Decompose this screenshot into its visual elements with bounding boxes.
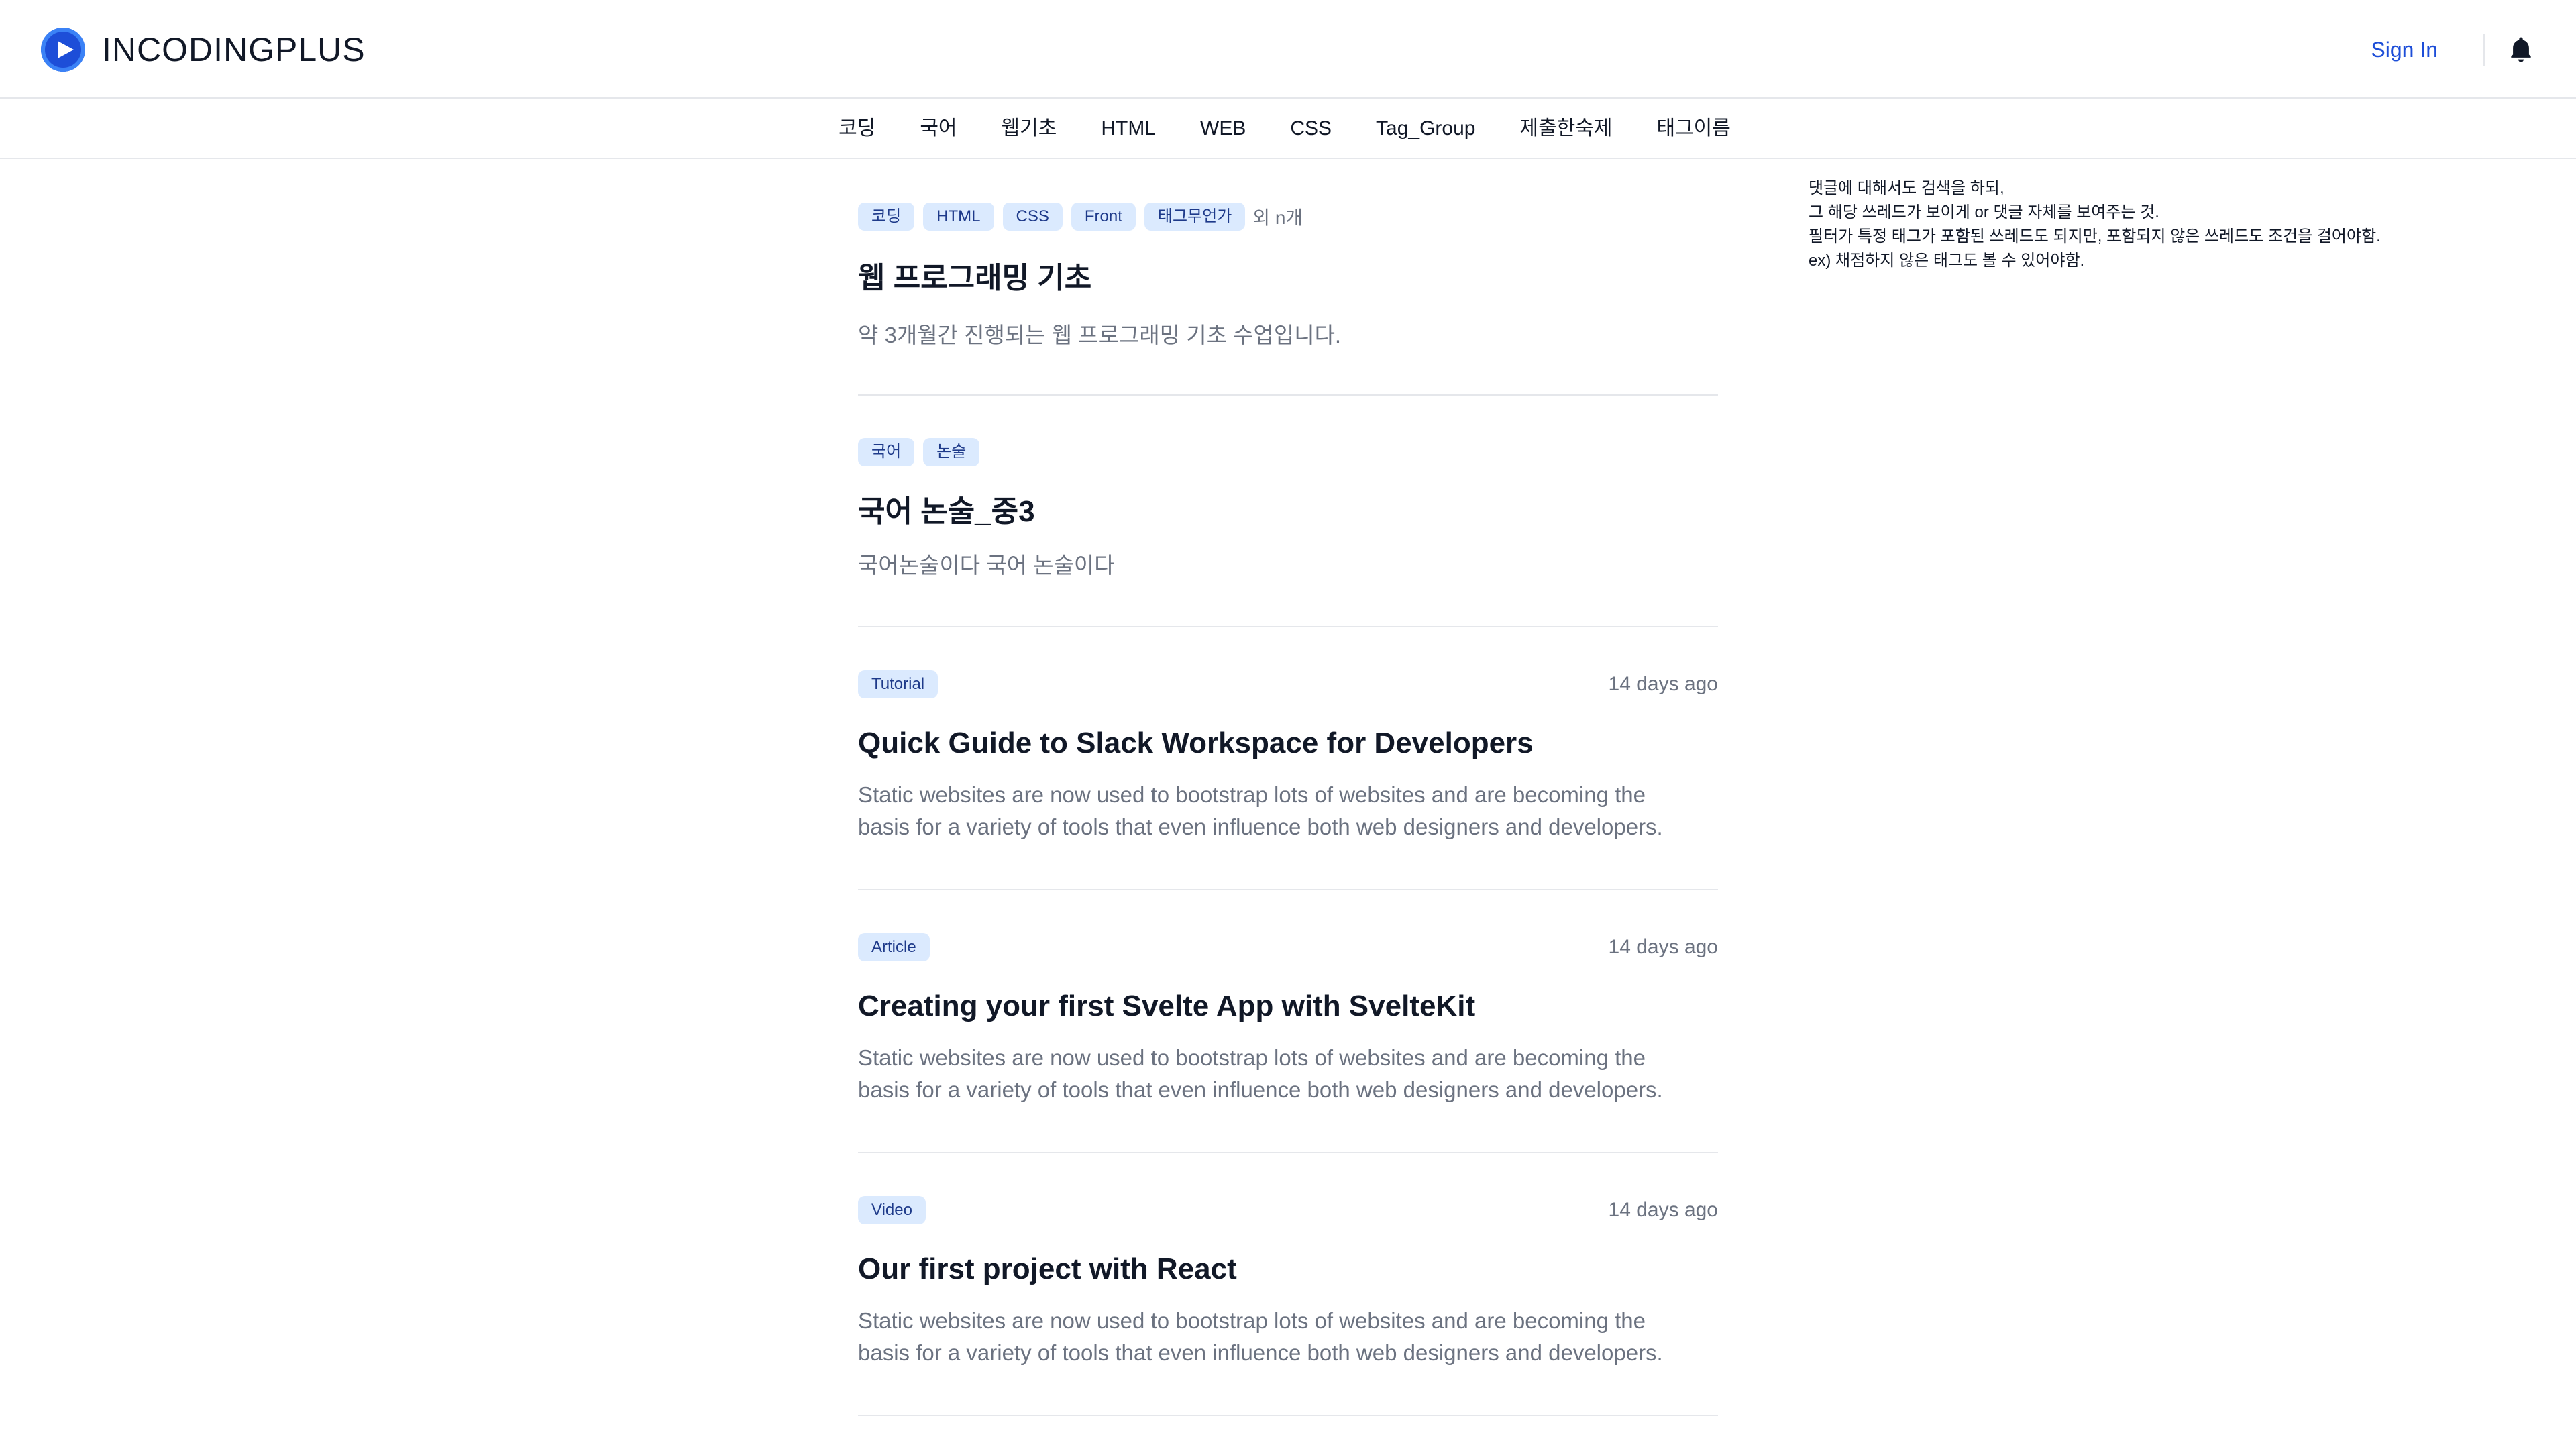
tag-badge[interactable]: Tutorial bbox=[858, 670, 938, 698]
tag-badge[interactable]: 태그무언가 bbox=[1144, 203, 1246, 231]
post-description-line: Static websites are now used to bootstra… bbox=[858, 1045, 1646, 1070]
post-description-line: Static websites are now used to bootstra… bbox=[858, 782, 1646, 807]
post-card[interactable]: Article 14 days ago Creating your first … bbox=[858, 890, 1718, 1153]
nav-item-submitted-homework[interactable]: 제출한숙제 bbox=[1497, 115, 1634, 142]
post-title[interactable]: Creating your first Svelte App with Svel… bbox=[858, 987, 1475, 1025]
tag-badge[interactable]: 국어 bbox=[858, 438, 915, 466]
post-title[interactable]: Quick Guide to Slack Workspace for Devel… bbox=[858, 724, 1534, 762]
post-card[interactable]: 코딩 HTML CSS Front 태그무언가 외 n개 웹 프로그래밍 기초 … bbox=[858, 159, 1718, 396]
play-circle-icon[interactable] bbox=[41, 28, 85, 72]
nav-item-coding[interactable]: 코딩 bbox=[816, 115, 898, 142]
tag-list: Article bbox=[858, 933, 930, 961]
post-description-line: basis for a variety of tools that even i… bbox=[858, 1340, 1663, 1365]
post-date: 14 days ago bbox=[1608, 1199, 1718, 1221]
tag-badge[interactable]: Video bbox=[858, 1196, 926, 1224]
post-date: 14 days ago bbox=[1608, 673, 1718, 695]
top-header: INCODINGPLUS Sign In bbox=[0, 0, 2576, 99]
side-note-line: 필터가 특정 태그가 포함된 쓰레드도 되지만, 포함되지 않은 쓰레드도 조건… bbox=[1809, 227, 2381, 246]
post-title[interactable]: 국어 논술_중3 bbox=[858, 493, 1035, 531]
post-date: 14 days ago bbox=[1608, 936, 1718, 958]
nav-item-css[interactable]: CSS bbox=[1268, 115, 1354, 142]
sign-in-link[interactable]: Sign In bbox=[2371, 36, 2438, 63]
tag-badge[interactable]: Front bbox=[1071, 203, 1136, 231]
tag-list: 코딩 HTML CSS Front 태그무언가 외 n개 bbox=[858, 203, 1303, 231]
post-title[interactable]: 웹 프로그래밍 기초 bbox=[858, 260, 1091, 297]
tag-list: Tutorial bbox=[858, 670, 938, 698]
nav-item-tag-name[interactable]: 태그이름 bbox=[1634, 115, 1752, 142]
category-nav: 코딩 국어 웹기초 HTML WEB CSS Tag_Group 제출한숙제 태… bbox=[0, 99, 2576, 159]
post-description: 국어논술이다 국어 논술이다 bbox=[858, 553, 1115, 578]
post-description-line: Static websites are now used to bootstra… bbox=[858, 1308, 1646, 1333]
tag-badge[interactable]: 논술 bbox=[923, 438, 980, 466]
tag-badge[interactable]: HTML bbox=[923, 203, 994, 231]
post-card[interactable]: Tutorial 14 days ago Quick Guide to Slac… bbox=[858, 627, 1718, 890]
more-tags-count[interactable]: 외 n개 bbox=[1252, 203, 1303, 230]
side-note: 댓글에 대해서도 검색을 하되, 그 해당 쓰레드가 보이게 or 댓글 자체를… bbox=[1809, 176, 2479, 273]
nav-item-tag-group[interactable]: Tag_Group bbox=[1354, 115, 1497, 142]
post-card[interactable]: Video 14 days ago Our first project with… bbox=[858, 1153, 1718, 1416]
post-title[interactable]: Our first project with React bbox=[858, 1250, 1237, 1288]
post-description-line: basis for a variety of tools that even i… bbox=[858, 814, 1663, 839]
tag-badge[interactable]: 코딩 bbox=[858, 203, 915, 231]
side-note-line: 댓글에 대해서도 검색을 하되, bbox=[1809, 179, 2004, 197]
tag-badge[interactable]: CSS bbox=[1002, 203, 1063, 231]
side-note-line: 그 해당 쓰레드가 보이게 or 댓글 자체를 보여주는 것. bbox=[1809, 203, 2159, 221]
tag-list: Video bbox=[858, 1196, 926, 1224]
nav-item-korean[interactable]: 국어 bbox=[898, 115, 979, 142]
nav-item-web-basics[interactable]: 웹기초 bbox=[979, 115, 1079, 142]
tag-badge[interactable]: Article bbox=[858, 933, 930, 961]
tag-list: 국어 논술 bbox=[858, 438, 980, 466]
bell-icon[interactable] bbox=[2506, 35, 2536, 64]
nav-item-web[interactable]: WEB bbox=[1178, 115, 1268, 142]
header-divider bbox=[2483, 34, 2485, 66]
post-card[interactable]: 국어 논술 국어 논술_중3 국어논술이다 국어 논술이다 bbox=[858, 396, 1718, 627]
nav-item-html[interactable]: HTML bbox=[1079, 115, 1178, 142]
side-note-line: ex) 채점하지 않은 태그도 볼 수 있어야함. bbox=[1809, 252, 2085, 270]
post-feed: 코딩 HTML CSS Front 태그무언가 외 n개 웹 프로그래밍 기초 … bbox=[858, 159, 1718, 1416]
post-description: 약 3개월간 진행되는 웹 프로그래밍 기초 수업입니다. bbox=[858, 323, 1342, 347]
brand-name[interactable]: INCODINGPLUS bbox=[102, 30, 366, 70]
post-description-line: basis for a variety of tools that even i… bbox=[858, 1077, 1663, 1102]
play-glyph bbox=[58, 41, 74, 58]
